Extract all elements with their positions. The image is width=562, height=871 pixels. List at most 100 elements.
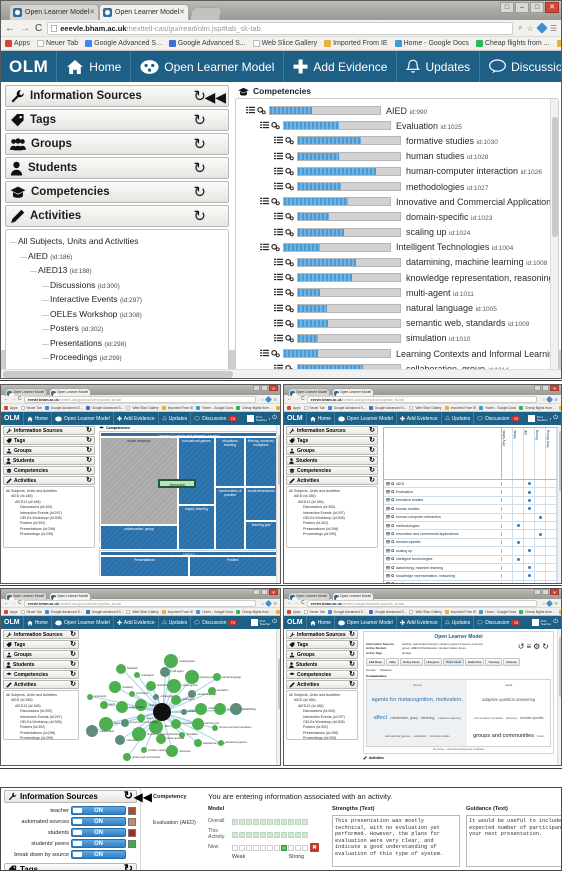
gears-icon[interactable]	[285, 182, 294, 191]
network-center-node[interactable]	[152, 702, 171, 721]
forward-button[interactable]: →	[294, 396, 299, 402]
matrix-cell[interactable]	[502, 572, 513, 580]
gears-icon[interactable]	[285, 152, 294, 161]
bookmark-item[interactable]: Web Slice Gallery	[409, 609, 442, 614]
matrix-cell[interactable]	[513, 480, 524, 488]
network-node[interactable]	[120, 718, 129, 727]
matrix-cell[interactable]	[546, 547, 557, 555]
sidebar-item-tags[interactable]: Tags ↻	[286, 640, 358, 649]
refresh-icon[interactable]: ↻	[86, 477, 92, 485]
gears-icon[interactable]	[391, 523, 395, 528]
matrix-cell[interactable]	[513, 547, 524, 555]
toggle-switch[interactable]: ON	[71, 828, 126, 837]
wordcloud-word[interactable]: agents for metacognition, motivation,	[372, 698, 463, 704]
chevron-down-icon[interactable]: ▾	[269, 417, 271, 421]
gears-icon[interactable]	[271, 121, 280, 130]
refresh-icon[interactable]: ↻	[193, 207, 206, 226]
refresh-icon[interactable]: ↻	[349, 641, 355, 649]
list-icon[interactable]: ≡	[526, 642, 531, 651]
matrix-row[interactable]: AIED	[384, 480, 557, 489]
bookmark-item[interactable]: Home - Google Docs	[479, 405, 516, 410]
competency-row-icons[interactable]	[274, 167, 294, 176]
view-tab[interactable]: Skill Meter	[366, 658, 386, 667]
matrix-cell[interactable]	[502, 521, 513, 530]
model-scale-cell[interactable]	[253, 844, 259, 851]
model-scale-cell[interactable]	[274, 831, 280, 838]
competency-row-icons[interactable]	[260, 349, 280, 358]
matrix-row-label[interactable]: domain-specific	[384, 540, 502, 545]
bookmark-item[interactable]: Google Advanced S...	[327, 609, 366, 614]
competency-row-icons[interactable]	[274, 304, 294, 313]
tree-node[interactable]: Proceedings (id:299)	[10, 351, 224, 366]
matrix-cell[interactable]	[535, 547, 546, 555]
bookmark-star-icon[interactable]: ☆	[261, 601, 265, 606]
browser-tab-1[interactable]: Open Learner Model	[5, 388, 47, 396]
activities-treemap[interactable]: AIED13 Presentations Posters	[99, 550, 278, 577]
source-toggle-list[interactable]: teacher ON automated sources ON students…	[4, 803, 137, 860]
matrix-cell[interactable]	[502, 505, 513, 513]
competency-row-icons[interactable]	[274, 334, 294, 343]
competency-row[interactable]: Evaluation id:1025	[242, 118, 558, 133]
list-icon[interactable]	[246, 106, 255, 115]
refresh-icon[interactable]: ↻	[369, 467, 375, 475]
list-icon[interactable]	[274, 258, 283, 267]
olm-logo[interactable]: OLM	[1, 415, 23, 422]
source-toggle-row[interactable]: students ON	[4, 827, 136, 838]
list-icon[interactable]	[274, 167, 283, 176]
matrix-row[interactable]: innovative and commercial applications	[384, 530, 557, 539]
matrix-cell[interactable]	[546, 513, 557, 521]
activities-tree[interactable]: All Subjects, Units and Activities AIED …	[3, 690, 79, 740]
competency-row-icons[interactable]	[260, 197, 280, 206]
list-icon[interactable]	[386, 515, 390, 519]
refresh-icon[interactable]: ↻	[86, 467, 92, 475]
refresh-icon[interactable]: ↻	[70, 671, 76, 679]
network-node[interactable]	[109, 681, 122, 694]
matrix-row-label[interactable]: human-computer interaction	[384, 515, 502, 520]
model-scale-cells[interactable]	[232, 831, 308, 838]
horizontal-scrollbar[interactable]	[1, 369, 561, 378]
model-scale-cell[interactable]	[260, 831, 266, 838]
network-node[interactable]	[164, 654, 179, 669]
tree-node[interactable]: Proceedings (id:299)	[289, 736, 355, 741]
model-row-this-activity[interactable]: This Activity	[208, 828, 326, 841]
menu-icon[interactable]: ☰	[554, 397, 558, 402]
wordcloud-word[interactable]: human	[537, 735, 544, 738]
minimize-button[interactable]	[253, 589, 260, 595]
user-chip[interactable]: Prof. Teacher ▾ ⏻	[528, 415, 561, 422]
reload-button[interactable]: C	[301, 600, 305, 606]
sidebar-item-groups[interactable]: Groups ↻	[286, 446, 378, 455]
refresh-icon[interactable]: ↻	[70, 641, 76, 649]
bookmark-item[interactable]: Google Advanced S...	[85, 40, 162, 47]
wordcloud-word[interactable]: machine learning	[438, 717, 461, 720]
matrix-cell[interactable]	[502, 555, 513, 563]
back-button[interactable]: ←	[4, 600, 9, 606]
view-tabs[interactable]: Skill Meter Table Smiley Faces Histogram Wor…	[366, 658, 551, 667]
tree-node[interactable]: Proceedings (id:299)	[289, 532, 375, 537]
matrix-column-header[interactable]: Weak	[513, 428, 524, 479]
list-icon[interactable]	[386, 482, 390, 486]
matrix-cell[interactable]	[546, 505, 557, 513]
browser-tab-2[interactable]: Open Learner Model	[332, 388, 374, 396]
model-scale-cell[interactable]	[281, 831, 287, 838]
matrix-cell[interactable]	[513, 555, 524, 563]
gears-icon[interactable]	[285, 258, 294, 267]
sidebar-item-tags[interactable]: Tags ↻	[3, 640, 79, 649]
bookmark-item[interactable]: Google Advanced S...	[368, 405, 406, 410]
bookmark-star-icon[interactable]: ☆	[542, 397, 546, 402]
view-tab[interactable]: Smiley Faces	[399, 658, 423, 667]
network-node[interactable]	[159, 666, 170, 677]
wordcloud-word[interactable]: evaluation	[413, 735, 427, 738]
competency-row[interactable]: human studies id:1028	[242, 149, 558, 164]
nav-item-home[interactable]: Home	[56, 51, 130, 82]
nav-item-updates[interactable]: Updates	[396, 51, 479, 82]
toggle-switch[interactable]: ON	[71, 850, 126, 859]
extension-icon[interactable]	[265, 599, 273, 607]
bookmark-item[interactable]: Cheap flights from ...	[519, 405, 556, 410]
power-icon[interactable]: ⏻	[553, 415, 558, 422]
sidebar-item-activities[interactable]: Activities ↻	[3, 680, 79, 689]
refresh-icon[interactable]: ↻	[349, 661, 355, 669]
maximize-button[interactable]	[261, 589, 268, 595]
refresh-icon[interactable]: ↻	[124, 791, 133, 802]
matrix-row-label[interactable]: methodologies	[384, 523, 502, 528]
nav-item-updates[interactable]: Updates	[440, 412, 474, 425]
